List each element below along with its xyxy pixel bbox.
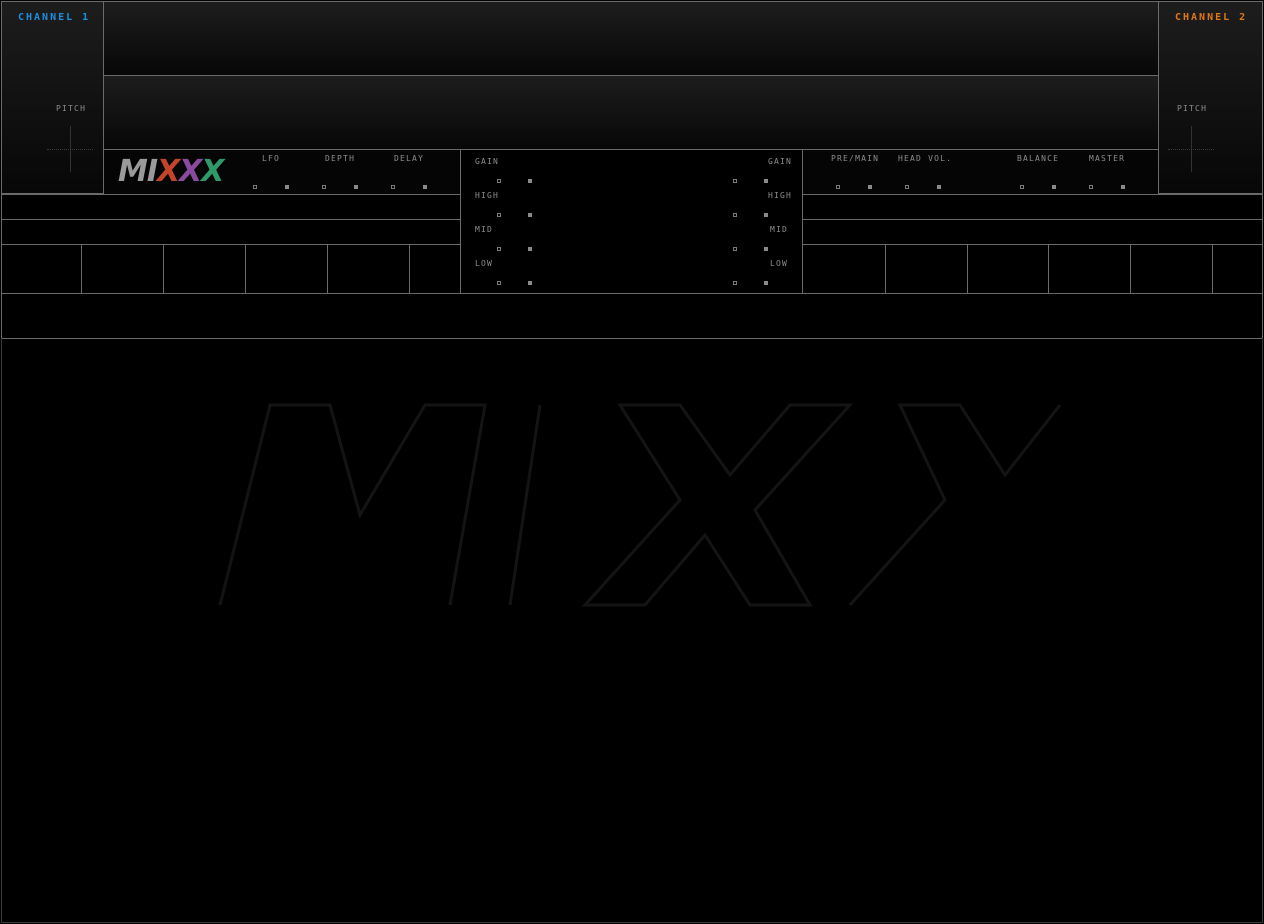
head-vol-knob-marker — [937, 185, 941, 189]
eq-left-low-marker — [528, 281, 532, 285]
flanger-depth-label: DEPTH — [325, 154, 356, 163]
flanger-delay-knob[interactable] — [391, 185, 395, 189]
mixxx-watermark — [218, 403, 1062, 607]
channel1-waveform-overview[interactable] — [103, 1, 1159, 76]
channel2-button-divider — [885, 244, 886, 293]
eq-left-gain-marker — [528, 179, 532, 183]
channel1-title: CHANNEL 1 — [18, 12, 91, 23]
channel1-button-divider — [81, 244, 82, 293]
channel2-time-row — [802, 219, 1263, 245]
channel1-pitch-label: PITCH — [56, 104, 87, 113]
channel2-waveform-overview[interactable] — [103, 75, 1159, 150]
mixxx-logo: MIXXX — [118, 154, 224, 189]
channel1-button-divider — [245, 244, 246, 293]
channel1-button-row — [1, 244, 461, 294]
eq-left-low-label: LOW — [475, 259, 494, 268]
eq-right-low-knob[interactable] — [733, 281, 737, 285]
flanger-lfo-label: LFO — [262, 154, 281, 163]
channel2-button-divider — [967, 244, 968, 293]
channel1-button-divider — [163, 244, 164, 293]
eq-left-high-marker — [528, 213, 532, 217]
eq-right-mid-marker — [764, 247, 768, 251]
master-knob-marker — [1121, 185, 1125, 189]
eq-right-gain-label: GAIN — [768, 157, 793, 166]
eq-left-mid-marker — [528, 247, 532, 251]
channel2-pitch-label: PITCH — [1177, 104, 1208, 113]
flanger-lfo-knob-marker — [285, 185, 289, 189]
eq-right-gain-marker — [764, 179, 768, 183]
eq-left-low-knob[interactable] — [497, 281, 501, 285]
flanger-lfo-knob[interactable] — [253, 185, 257, 189]
flanger-delay-label: DELAY — [394, 154, 425, 163]
eq-left-gain-knob[interactable] — [497, 179, 501, 183]
channel1-pitch-slider[interactable] — [47, 126, 93, 172]
channel1-button-divider — [327, 244, 328, 293]
channel2-button-divider — [1048, 244, 1049, 293]
channel2-track-info-row — [802, 194, 1263, 220]
balance-knob[interactable] — [1020, 185, 1024, 189]
eq-right-high-marker — [764, 213, 768, 217]
eq-right-high-knob[interactable] — [733, 213, 737, 217]
eq-left-mid-label: MID — [475, 225, 494, 234]
flanger-delay-knob-marker — [423, 185, 427, 189]
eq-left-gain-label: GAIN — [475, 157, 500, 166]
flanger-depth-knob[interactable] — [322, 185, 326, 189]
channel2-button-divider — [1130, 244, 1131, 293]
eq-left-high-label: HIGH — [475, 191, 500, 200]
eq-right-high-label: HIGH — [768, 191, 793, 200]
eq-right-low-marker — [764, 281, 768, 285]
channel1-button-divider — [409, 244, 410, 293]
master-label: MASTER — [1089, 154, 1126, 163]
balance-label: BALANCE — [1017, 154, 1060, 163]
pre-main-knob[interactable] — [836, 185, 840, 189]
eq-right-low-label: LOW — [770, 259, 789, 268]
master-knob[interactable] — [1089, 185, 1093, 189]
head-vol-label: HEAD VOL. — [898, 154, 953, 163]
pre-main-label: PRE/MAIN — [831, 154, 880, 163]
eq-panel — [460, 149, 803, 294]
channel2-button-row — [802, 244, 1263, 294]
eq-left-high-knob[interactable] — [497, 213, 501, 217]
channel2-pitch-slider[interactable] — [1168, 126, 1214, 172]
eq-right-mid-knob[interactable] — [733, 247, 737, 251]
eq-right-mid-label: MID — [770, 225, 789, 234]
eq-left-mid-knob[interactable] — [497, 247, 501, 251]
library-toolbar — [1, 293, 1263, 339]
channel2-title: CHANNEL 2 — [1175, 12, 1248, 23]
channel1-time-row — [1, 219, 461, 245]
channel1-track-info-row — [1, 194, 461, 220]
pre-main-knob-marker — [868, 185, 872, 189]
channel2-button-divider — [1212, 244, 1213, 293]
head-vol-knob[interactable] — [905, 185, 909, 189]
flanger-depth-knob-marker — [354, 185, 358, 189]
balance-knob-marker — [1052, 185, 1056, 189]
eq-right-gain-knob[interactable] — [733, 179, 737, 183]
